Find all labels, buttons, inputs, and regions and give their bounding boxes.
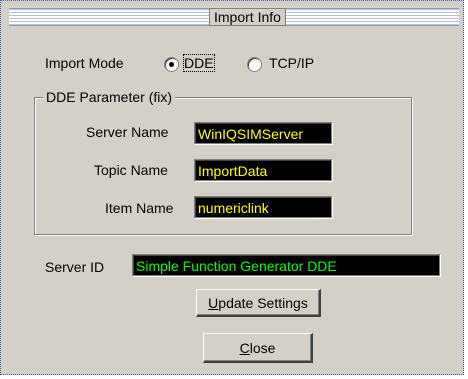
update-settings-button[interactable]: Update Settings: [196, 289, 321, 317]
topic-name-field[interactable]: ImportData: [194, 159, 332, 181]
close-button[interactable]: Close: [203, 333, 313, 363]
server-name-field[interactable]: WinIQSIMServer: [194, 122, 332, 144]
update-settings-accel: U: [208, 295, 219, 311]
radio-dde-label[interactable]: DDE: [183, 54, 215, 72]
item-name-label: Item Name: [105, 200, 174, 216]
close-label: lose: [249, 340, 276, 356]
update-settings-label: pdate Settings: [218, 295, 308, 311]
import-mode-label: Import Mode: [45, 55, 124, 71]
close-accel: C: [239, 340, 250, 356]
dde-parameter-group-title: DDE Parameter (fix): [43, 89, 176, 105]
import-info-dialog: Import Info Import Mode DDE TCP/IP DDE P…: [0, 0, 464, 375]
radio-tcpip-label[interactable]: TCP/IP: [269, 55, 314, 71]
topic-name-label: Topic Name: [94, 162, 168, 178]
radio-dde[interactable]: [164, 57, 179, 72]
title-bar[interactable]: Import Info: [9, 8, 459, 26]
item-name-field[interactable]: numericlink: [194, 196, 332, 218]
server-id-label: Server ID: [45, 259, 105, 275]
server-id-field[interactable]: Simple Function Generator DDE: [132, 254, 440, 276]
radio-tcpip[interactable]: [247, 57, 262, 72]
dialog-title: Import Info: [209, 8, 286, 26]
server-name-label: Server Name: [86, 124, 169, 140]
